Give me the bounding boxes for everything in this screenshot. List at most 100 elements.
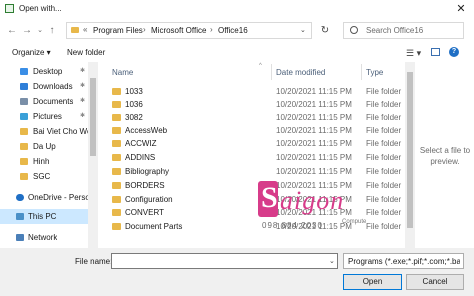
pin-icon: ✱ [80, 83, 86, 89]
file-type: File folder [366, 113, 402, 122]
sidebar-item-label: Da Up [33, 142, 56, 151]
sidebar-item-this-pc[interactable]: This PC [0, 209, 88, 224]
file-date: 10/20/2021 11:15 PM [276, 139, 352, 148]
sidebar-item-documents[interactable]: Documents ✱ [0, 94, 88, 109]
file-type: File folder [366, 126, 402, 135]
help-button[interactable]: ? [449, 47, 459, 57]
sidebar-item-downloads[interactable]: Downloads ✱ [0, 79, 88, 94]
sidebar-item-onedrive[interactable]: OneDrive - Person [0, 190, 88, 205]
folder-icon [112, 88, 121, 95]
file-row[interactable]: BORDERS 10/20/2021 11:15 PM File folder [98, 178, 406, 193]
folder-icon [112, 182, 121, 189]
file-name-dropdown[interactable]: ⌄ [329, 257, 335, 265]
sidebar-item-label: OneDrive - Person [28, 193, 88, 202]
file-row[interactable]: CONVERT 10/20/2021 11:15 PM File folder [98, 205, 406, 220]
pin-icon: ✱ [80, 98, 86, 104]
title-bar [0, 0, 474, 18]
sidebar-item-hinh[interactable]: Hinh [0, 154, 88, 169]
column-header-name[interactable]: Name [112, 68, 133, 77]
view-options-button[interactable]: ☰ ▾ [406, 48, 421, 59]
folder-icon [112, 154, 121, 161]
forward-button[interactable]: → [21, 24, 33, 38]
file-name-label: File name: [75, 257, 113, 266]
file-type: File folder [366, 195, 402, 204]
chevron-down-icon: ⌄ [300, 27, 306, 34]
file-type: File folder [366, 153, 402, 162]
breadcrumb-separator[interactable]: › [210, 25, 213, 34]
close-button[interactable]: ✕ [453, 2, 469, 16]
sort-arrow-icon: ^ [259, 63, 262, 69]
column-header-date[interactable]: Date modified [276, 68, 325, 77]
refresh-button[interactable]: ↻ [318, 22, 332, 39]
breadcrumb-separator[interactable]: › [143, 25, 146, 34]
file-date: 10/20/2021 11:15 PM [276, 126, 352, 135]
watermark-phone: 098 884 2030 [262, 221, 323, 230]
folder-icon [112, 223, 121, 230]
file-date: 10/20/2021 11:15 PM [276, 167, 352, 176]
documents-icon [20, 98, 28, 105]
column-divider[interactable] [271, 64, 272, 80]
file-date: 10/20/2021 11:15 PM [276, 100, 352, 109]
folder-icon [20, 158, 28, 165]
file-row[interactable]: ACCWIZ 10/20/2021 11:15 PM File folder [98, 136, 406, 151]
new-folder-button[interactable]: New folder [67, 48, 105, 57]
folder-icon [112, 196, 121, 203]
breadcrumb-office16[interactable]: Office16 [218, 26, 248, 35]
arrow-right-icon: → [22, 25, 32, 36]
file-date: 10/20/2021 11:15 PM [276, 87, 352, 96]
watermark-logo-initial: S [261, 181, 278, 214]
app-icon [5, 4, 14, 13]
sidebar-item-bai-viet-cho-web[interactable]: Bai Viet Cho Web [0, 124, 88, 139]
pin-icon: ✱ [80, 113, 86, 119]
sidebar-scroll-thumb[interactable] [90, 78, 96, 156]
sidebar-item-label: Documents [33, 97, 74, 106]
column-divider[interactable] [361, 64, 362, 80]
watermark-logo-text: aigon [280, 186, 345, 215]
sidebar-item-desktop[interactable]: Desktop ✱ [0, 64, 88, 79]
file-date: 10/20/2021 11:15 PM [276, 113, 352, 122]
cancel-button[interactable]: Cancel [406, 274, 464, 290]
chevron-down-icon: ⌄ [329, 258, 335, 265]
file-type: File folder [366, 139, 402, 148]
file-list-scroll-thumb[interactable] [407, 72, 413, 228]
folder-icon [112, 101, 121, 108]
sidebar-item-network[interactable]: Network [0, 230, 88, 245]
file-name: CONVERT [125, 208, 164, 217]
folder-icon [112, 168, 121, 175]
address-dropdown[interactable]: ⌄ [300, 26, 306, 34]
breadcrumb-microsoft-office[interactable]: Microsoft Office [151, 26, 206, 35]
file-name: 3082 [125, 113, 143, 122]
watermark-subtitle: Compute [342, 219, 367, 225]
download-icon [20, 83, 28, 90]
file-row[interactable]: ADDINS 10/20/2021 11:15 PM File folder [98, 150, 406, 165]
file-type-value: Programs (*.exe;*.pif;*.com;*.bat [348, 257, 460, 266]
preview-pane-toggle[interactable] [431, 48, 440, 56]
file-name: Document Parts [125, 222, 183, 231]
back-button[interactable]: ← [6, 24, 18, 38]
file-row[interactable]: Bibliography 10/20/2021 11:15 PM File fo… [98, 164, 406, 179]
sidebar-item-pictures[interactable]: Pictures ✱ [0, 109, 88, 124]
up-button[interactable]: ↑ [46, 24, 58, 38]
open-button[interactable]: Open [343, 274, 402, 290]
breadcrumb-overflow[interactable]: « [83, 25, 87, 34]
file-name: Configuration [125, 195, 173, 204]
sidebar-item-label: Desktop [33, 67, 63, 76]
sidebar-item-label: Bai Viet Cho Web [33, 127, 88, 136]
file-type: File folder [366, 87, 402, 96]
breadcrumb-program-files[interactable]: Program Files [93, 26, 143, 35]
sidebar-item-da-up[interactable]: Da Up [0, 139, 88, 154]
organize-button[interactable]: Organize ▾ [12, 48, 51, 57]
column-header-type[interactable]: Type [366, 68, 383, 77]
folder-icon [112, 127, 121, 134]
sidebar-item-label: SGC [33, 172, 51, 181]
file-date: 10/20/2021 11:15 PM [276, 153, 352, 162]
file-name: 1036 [125, 100, 143, 109]
folder-icon [112, 209, 121, 216]
file-type: File folder [366, 100, 402, 109]
folder-icon [112, 140, 121, 147]
file-name: ADDINS [125, 153, 156, 162]
file-name-field[interactable] [111, 253, 338, 269]
search-input[interactable]: Search Office16 [366, 26, 423, 35]
recent-locations-button[interactable]: ⌄ [34, 24, 46, 38]
sidebar-item-sgc[interactable]: SGC [0, 169, 88, 184]
